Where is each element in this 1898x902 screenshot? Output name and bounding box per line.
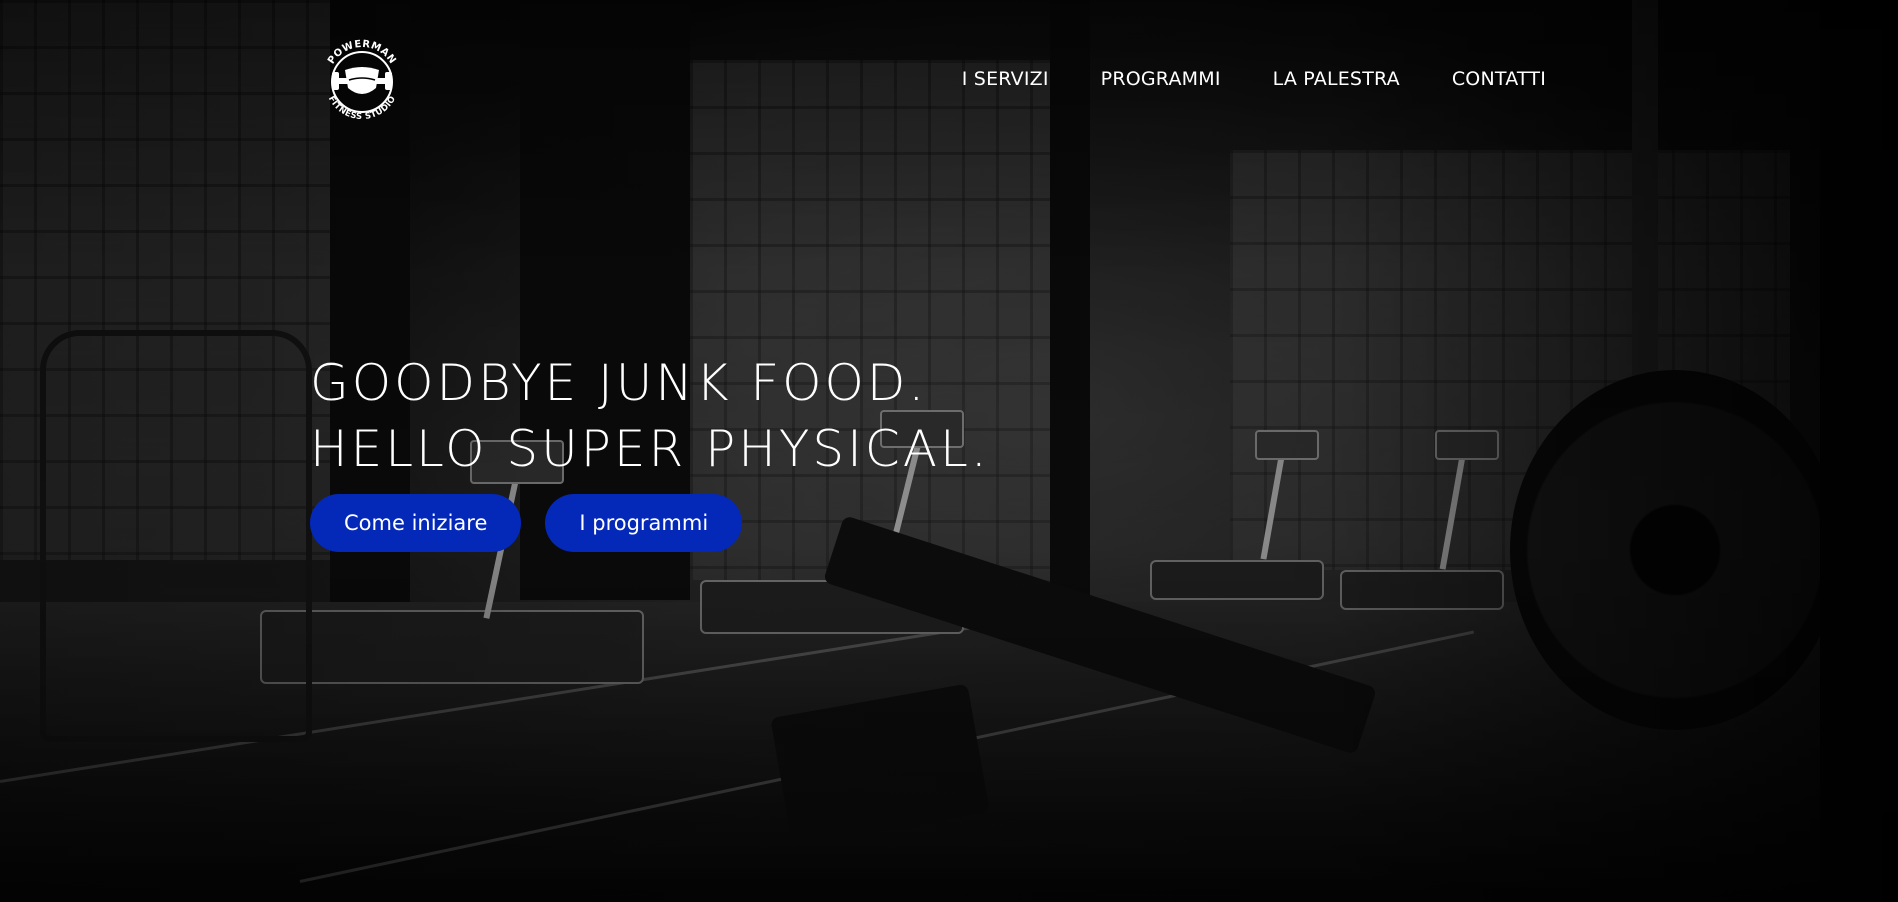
svg-text:FITNESS STUDIO: FITNESS STUDIO (326, 94, 398, 122)
nav-item-servizi[interactable]: I SERVIZI (962, 68, 1049, 90)
hero-headline: GOODBYE JUNK FOOD. HELLO SUPER PHYSICAL. (310, 350, 990, 482)
nav-item-programmi[interactable]: PROGRAMMI (1101, 68, 1221, 90)
headline-line-1: GOODBYE JUNK FOOD. (310, 354, 928, 412)
programmi-button[interactable]: I programmi (545, 494, 743, 552)
nav-item-contatti[interactable]: CONTATTI (1452, 68, 1546, 90)
hero-section: POWERMAN FITNESS STUDIO I SERVIZI PROGRA… (0, 0, 1898, 902)
main-nav: I SERVIZI PROGRAMMI LA PALESTRA CONTATTI (962, 68, 1546, 90)
come-iniziare-button[interactable]: Come iniziare (310, 494, 522, 552)
site-header: POWERMAN FITNESS STUDIO I SERVIZI PROGRA… (0, 0, 1898, 140)
brand-logo[interactable]: POWERMAN FITNESS STUDIO (312, 30, 412, 130)
headline-line-2: HELLO SUPER PHYSICAL. (310, 420, 990, 478)
shield-barbell-logo-icon: POWERMAN FITNESS STUDIO (326, 39, 398, 122)
hero-cta-group: Come iniziare I programmi (310, 494, 990, 552)
hero-copy: GOODBYE JUNK FOOD. HELLO SUPER PHYSICAL.… (310, 350, 990, 552)
nav-item-palestra[interactable]: LA PALESTRA (1273, 68, 1400, 90)
logo-bottom-text: FITNESS STUDIO (326, 94, 398, 122)
